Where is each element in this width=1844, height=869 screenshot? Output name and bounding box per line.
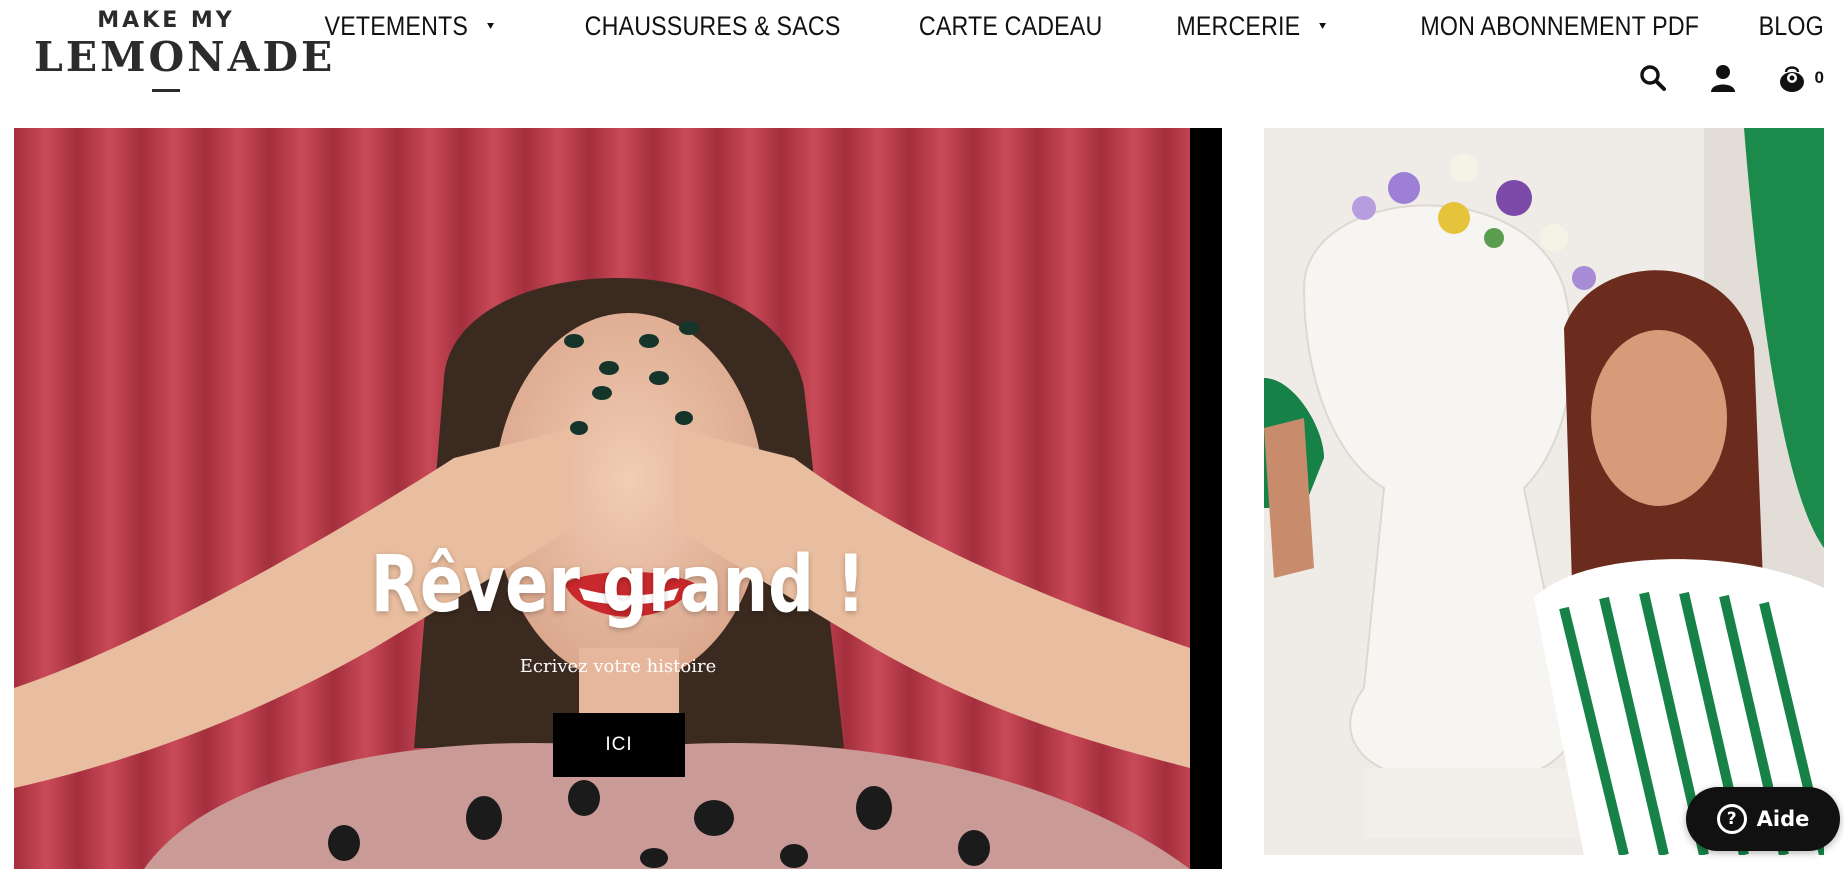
- help-button[interactable]: ? Aide: [1686, 787, 1840, 851]
- search-icon[interactable]: [1637, 62, 1669, 94]
- nav-item-label: MON ABONNEMENT PDF: [1420, 10, 1700, 41]
- help-button-label: Aide: [1756, 807, 1810, 831]
- logo-top-text: MAKE MY: [97, 8, 235, 33]
- hero-title: Rêver grand !: [370, 540, 866, 630]
- secondary-banner-photo: [1264, 128, 1824, 855]
- hero-cta-button[interactable]: ICI: [553, 713, 685, 777]
- secondary-banner[interactable]: [1264, 128, 1824, 855]
- main-nav: VETEMENTS CHAUSSURES & SACS CARTE CADEAU…: [297, 6, 1824, 46]
- cart-icon[interactable]: 0: [1777, 62, 1824, 94]
- nav-item-carte-cadeau[interactable]: CARTE CADEAU: [919, 6, 1103, 46]
- question-icon: ?: [1716, 804, 1747, 834]
- user-icon[interactable]: [1707, 62, 1739, 94]
- logo-main-text: LEMONADE: [34, 33, 336, 81]
- nav-item-label: BLOG: [1758, 10, 1824, 41]
- chevron-down-icon: [1319, 23, 1327, 29]
- header-utilities: 0: [1599, 62, 1824, 94]
- chevron-down-icon: [487, 23, 494, 29]
- nav-item-label: CARTE CADEAU: [919, 10, 1103, 41]
- nav-item-label: VETEMENTS: [324, 10, 469, 41]
- nav-item-vetements[interactable]: VETEMENTS: [325, 6, 494, 46]
- logo-underline: [152, 89, 180, 92]
- hero-subtitle: Ecrivez votre histoire: [519, 656, 717, 677]
- cart-count: 0: [1814, 68, 1824, 87]
- nav-item-label: CHAUSSURES & SACS: [584, 10, 841, 41]
- nav-item-label: MERCERIE: [1176, 10, 1301, 41]
- nav-item-chaussures-sacs[interactable]: CHAUSSURES & SACS: [585, 6, 841, 46]
- nav-item-mercerie[interactable]: MERCERIE: [1176, 6, 1327, 46]
- hero-banner[interactable]: Rêver grand ! Ecrivez votre histoire ICI: [14, 128, 1222, 869]
- nav-item-abonnement-pdf[interactable]: MON ABONNEMENT PDF: [1420, 6, 1699, 46]
- logo[interactable]: MAKE MY LEMONADE: [34, 8, 336, 102]
- nav-item-blog[interactable]: BLOG: [1759, 6, 1824, 46]
